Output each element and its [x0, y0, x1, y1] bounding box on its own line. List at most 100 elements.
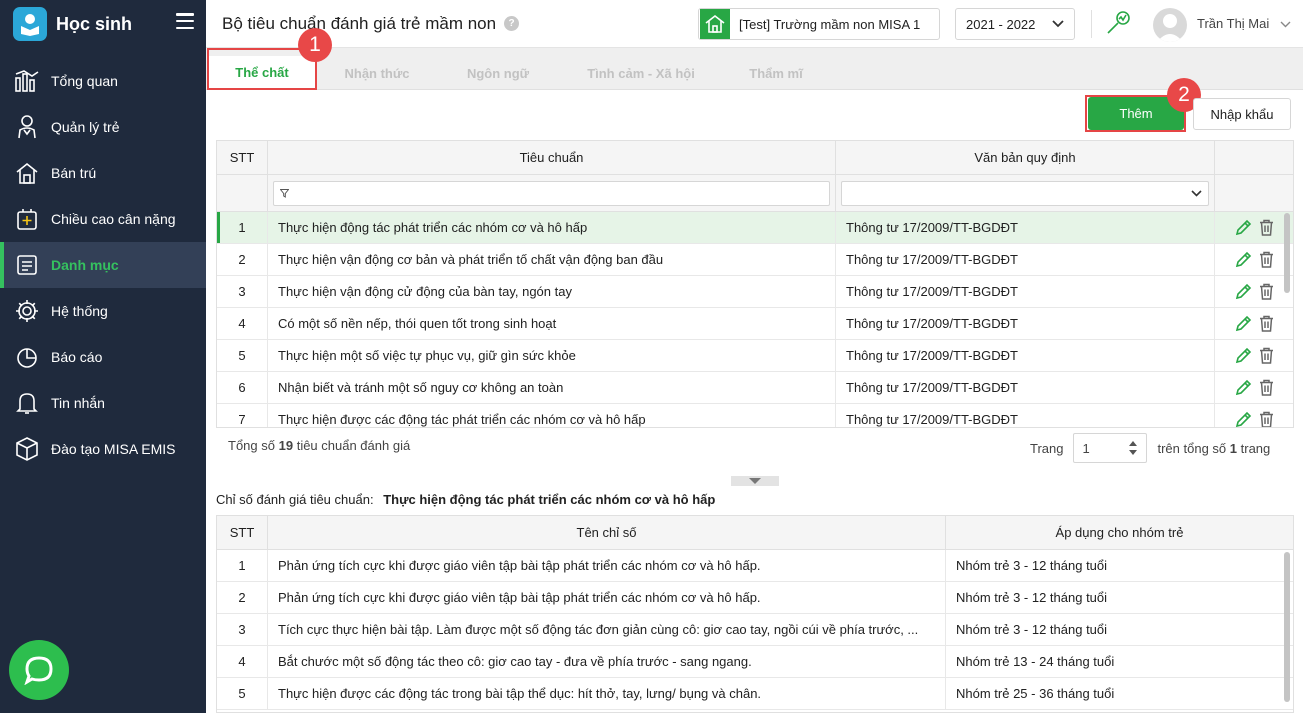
col-stt-header[interactable]: STT	[217, 141, 268, 174]
edit-pencil-icon[interactable]	[1235, 219, 1252, 236]
pagination: Trang 1 trên tổng số 1 trang	[1030, 433, 1270, 463]
app-name: Học sinh	[56, 13, 133, 34]
sidebar-item-quan-ly-tre[interactable]: Quản lý trẻ	[0, 104, 206, 150]
pie-icon	[14, 344, 40, 370]
spinner-arrows-icon[interactable]	[1128, 439, 1138, 457]
row-name: Nhận biết và tránh một số nguy cơ không …	[268, 372, 836, 403]
tab-ngon-ngu[interactable]: Ngôn ngữ	[446, 56, 550, 90]
table-row[interactable]: 5 Thực hiện được các động tác trong bài …	[217, 678, 1293, 710]
trash-icon[interactable]	[1259, 251, 1274, 268]
chevron-down-icon	[1052, 20, 1064, 28]
col-group-header[interactable]: Áp dụng cho nhóm trẻ	[946, 516, 1293, 549]
row-name: Thực hiện một số việc tự phục vụ, giữ gì…	[268, 340, 836, 371]
sidebar-item-ban-tru[interactable]: Bán trú	[0, 150, 206, 196]
row-actions	[1215, 276, 1293, 307]
row-stt: 4	[217, 646, 268, 677]
table-row[interactable]: 2 Phản ứng tích cực khi được giáo viên t…	[217, 582, 1293, 614]
row-stt: 5	[217, 340, 268, 371]
house-icon	[14, 160, 40, 186]
sidebar-item-tin-nhan[interactable]: Tin nhắn	[0, 380, 206, 426]
indicators-table: STT Tên chỉ số Áp dụng cho nhóm trẻ 1 Ph…	[216, 515, 1294, 713]
help-icon[interactable]: ?	[504, 16, 520, 31]
row-doc: Thông tư 17/2009/TT-BGDĐT	[836, 372, 1215, 403]
col-doc-header[interactable]: Văn bản quy định	[836, 141, 1215, 174]
bell-icon	[14, 390, 40, 416]
tools-icon[interactable]	[1106, 10, 1132, 39]
user-menu[interactable]: Trần Thị Mai	[1197, 16, 1291, 31]
user-name: Trần Thị Mai	[1197, 16, 1270, 31]
table-row[interactable]: 1 Phản ứng tích cực khi được giáo viên t…	[217, 550, 1293, 582]
edit-pencil-icon[interactable]	[1235, 347, 1252, 364]
row-stt: 6	[217, 372, 268, 403]
row-stt: 3	[217, 276, 268, 307]
row-indicator-name: Thực hiện được các động tác trong bài tậ…	[268, 678, 946, 709]
filter-doc-cell	[836, 175, 1215, 211]
col-actions-header	[1215, 141, 1293, 174]
total-prefix: Tổng số	[228, 438, 275, 453]
sidebar-item-label: Quản lý trẻ	[51, 119, 120, 135]
trash-icon[interactable]	[1259, 283, 1274, 300]
collapse-handle[interactable]	[731, 476, 779, 486]
sidebar-item-bao-cao[interactable]: Báo cáo	[0, 334, 206, 380]
edit-pencil-icon[interactable]	[1235, 251, 1252, 268]
header-divider	[1091, 10, 1092, 38]
table-row[interactable]: 4 Có một số nền nếp, thói quen tốt trong…	[217, 308, 1293, 340]
table-row[interactable]: 7 Thực hiện được các động tác phát triển…	[217, 404, 1293, 428]
table-row[interactable]: 2 Thực hiện vận động cơ bản và phát triể…	[217, 244, 1293, 276]
tab-tinh-cam-xa-hoi[interactable]: Tình cảm - Xã hội	[566, 56, 716, 90]
sidebar-item-label: Tổng quan	[51, 73, 118, 89]
school-year-value: 2021 - 2022	[966, 16, 1036, 32]
row-stt: 2	[217, 244, 268, 275]
row-stt: 4	[217, 308, 268, 339]
doc-filter-select[interactable]	[841, 180, 1209, 206]
sidebar-item-he-thong[interactable]: Hệ thống	[0, 288, 206, 334]
sidebar-item-danh-muc[interactable]: Danh mục	[0, 242, 206, 288]
sidebar-item-label: Chiều cao cân nặng	[51, 211, 176, 227]
sidebar-item-label: Tin nhắn	[51, 395, 105, 411]
table-row[interactable]: 1 Thực hiện động tác phát triển các nhóm…	[217, 212, 1293, 244]
row-name: Thực hiện được các động tác phát triển c…	[268, 404, 836, 427]
row-actions	[1215, 404, 1293, 428]
tab-tham-mi[interactable]: Thẩm mĩ	[726, 56, 826, 90]
avatar[interactable]	[1153, 8, 1187, 42]
standards-total: Tổng số 19 tiêu chuẩn đánh giá	[228, 438, 410, 453]
col-stt-header[interactable]: STT	[217, 516, 268, 549]
table-row[interactable]: 3 Thực hiện vận động cử động của bàn tay…	[217, 276, 1293, 308]
trash-icon[interactable]	[1259, 219, 1274, 236]
row-name: Thực hiện động tác phát triển các nhóm c…	[268, 212, 836, 243]
school-selector[interactable]: [Test] Trường mầm non MISA 1	[698, 8, 940, 40]
edit-pencil-icon[interactable]	[1235, 315, 1252, 332]
indicators-scrollbar[interactable]	[1284, 552, 1290, 702]
table-row[interactable]: 4 Bắt chước một số động tác theo cô: giơ…	[217, 646, 1293, 678]
filter-name-cell	[268, 175, 836, 211]
trash-icon[interactable]	[1259, 411, 1274, 428]
sidebar-item-chieu-cao-can-nang[interactable]: Chiều cao cân nặng	[0, 196, 206, 242]
tab-nhan-thuc[interactable]: Nhận thức	[320, 56, 434, 90]
table-row[interactable]: 6 Nhận biết và tránh một số nguy cơ khôn…	[217, 372, 1293, 404]
name-filter-input[interactable]	[273, 180, 830, 206]
trash-icon[interactable]	[1259, 347, 1274, 364]
table-row[interactable]: 5 Thực hiện một số việc tự phục vụ, giữ …	[217, 340, 1293, 372]
sidebar-item-label: Danh mục	[51, 257, 119, 273]
import-button[interactable]: Nhập khẩu	[1193, 98, 1291, 130]
edit-pencil-icon[interactable]	[1235, 283, 1252, 300]
col-indicator-name-header[interactable]: Tên chỉ số	[268, 516, 946, 549]
row-doc: Thông tư 17/2009/TT-BGDĐT	[836, 276, 1215, 307]
trash-icon[interactable]	[1259, 315, 1274, 332]
table-row[interactable]: 3 Tích cực thực hiện bài tập. Làm được m…	[217, 614, 1293, 646]
row-group: Nhóm trẻ 3 - 12 tháng tuổi	[956, 590, 1108, 605]
sidebar-item-tong-quan[interactable]: Tổng quan	[0, 58, 206, 104]
page-number-input[interactable]: 1	[1073, 433, 1148, 463]
total-count: 19	[278, 438, 294, 453]
edit-pencil-icon[interactable]	[1235, 379, 1252, 396]
row-doc: Thông tư 17/2009/TT-BGDĐT	[836, 308, 1215, 339]
standards-scrollbar[interactable]	[1284, 213, 1290, 293]
edit-pencil-icon[interactable]	[1235, 411, 1252, 428]
page-total-prefix: trên tổng số	[1157, 440, 1227, 456]
school-year-select[interactable]: 2021 - 2022	[955, 8, 1075, 40]
sidebar-item-dao-tao[interactable]: Đào tạo MISA EMIS	[0, 426, 206, 472]
col-name-header[interactable]: Tiêu chuẩn	[268, 141, 836, 174]
trash-icon[interactable]	[1259, 379, 1274, 396]
chat-button[interactable]	[9, 640, 69, 700]
menu-toggle-icon[interactable]	[176, 13, 194, 29]
